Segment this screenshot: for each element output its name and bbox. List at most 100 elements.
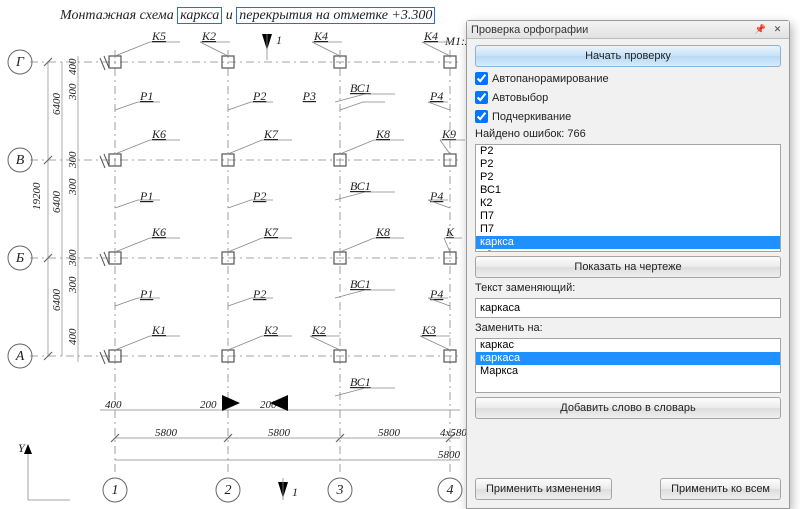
svg-text:5800: 5800 — [155, 427, 178, 439]
add-to-dict-button[interactable]: Добавить слово в словарь — [475, 397, 781, 419]
svg-text:4х580: 4х580 — [440, 427, 467, 439]
svg-text:Г: Г — [15, 55, 25, 70]
svg-text:А: А — [15, 349, 25, 364]
found-errors-label: Найдено ошибок: 766 — [475, 128, 781, 140]
svg-text:300: 300 — [67, 151, 79, 169]
svg-text:Р4: Р4 — [429, 89, 443, 103]
drawing-title: Монтажная схема каркса и перекрытия на о… — [60, 8, 435, 24]
show-on-drawing-button[interactable]: Показать на чертеже — [475, 256, 781, 278]
svg-text:Р1: Р1 — [139, 89, 153, 103]
svg-text:200: 200 — [260, 399, 277, 411]
autoselect-label: Автовыбор — [492, 92, 548, 104]
svg-text:6400: 6400 — [51, 289, 63, 312]
svg-text:К4: К4 — [313, 29, 328, 43]
underline-checkbox[interactable] — [475, 110, 488, 123]
svg-text:К4: К4 — [423, 29, 438, 43]
svg-text:Р1: Р1 — [139, 287, 153, 301]
error-item[interactable]: каркса — [476, 236, 780, 249]
error-item[interactable]: П7 — [476, 210, 780, 223]
svg-text:19200: 19200 — [31, 182, 43, 210]
svg-text:Р2: Р2 — [252, 89, 266, 103]
svg-text:К9: К9 — [441, 127, 456, 141]
suggestion-item[interactable]: Маркса — [476, 365, 780, 378]
start-check-button[interactable]: Начать проверку — [475, 45, 781, 67]
svg-text:200: 200 — [200, 399, 217, 411]
autopan-checkbox[interactable] — [475, 72, 488, 85]
svg-text:В: В — [16, 153, 25, 168]
svg-text:К2: К2 — [311, 323, 326, 337]
error-item[interactable]: +3 — [476, 249, 780, 252]
replace-with-label: Заменить на: — [475, 322, 781, 334]
svg-text:400: 400 — [105, 399, 122, 411]
svg-text:К3: К3 — [421, 323, 436, 337]
section-mark-bottom: 1 — [278, 478, 298, 500]
svg-text:К7: К7 — [263, 127, 279, 141]
autopan-checkbox-row[interactable]: Автопанорамирование — [475, 71, 781, 86]
svg-text:К8: К8 — [375, 127, 390, 141]
svg-text:Р2: Р2 — [252, 287, 266, 301]
svg-text:К8: К8 — [375, 225, 390, 239]
error-item[interactable]: Р2 — [476, 145, 780, 158]
error-item[interactable]: Р2 — [476, 158, 780, 171]
error-item[interactable]: ВС1 — [476, 184, 780, 197]
title-mid: и — [222, 8, 236, 23]
dialog-title: Проверка орфографии — [471, 24, 588, 36]
pin-icon[interactable]: 📌 — [753, 23, 768, 36]
svg-text:400: 400 — [67, 58, 79, 75]
svg-text:6400: 6400 — [51, 191, 63, 214]
svg-text:4: 4 — [447, 483, 454, 498]
spellcheck-dialog: Проверка орфографии 📌 ✕ Начать проверку … — [466, 20, 790, 509]
title-misspelled-1: каркса — [177, 7, 222, 24]
svg-text:К6: К6 — [151, 127, 166, 141]
title-misspelled-2: перекрытия на отметке +3.300 — [236, 7, 435, 24]
axis-row-g: Г — [8, 50, 32, 74]
svg-text:ВС1: ВС1 — [350, 277, 371, 291]
suggestion-item[interactable]: каркас — [476, 339, 780, 352]
replacing-input[interactable] — [475, 298, 781, 318]
svg-text:К5: К5 — [151, 29, 166, 43]
svg-text:400: 400 — [67, 328, 79, 345]
underline-checkbox-row[interactable]: Подчеркивание — [475, 109, 781, 124]
svg-text:300: 300 — [67, 178, 79, 196]
errors-listbox[interactable]: Р2Р2Р2ВС1К2П7П7каркса+3М1 — [475, 144, 781, 252]
svg-text:К: К — [445, 225, 455, 239]
apply-all-button[interactable]: Применить ко всем — [660, 478, 781, 500]
svg-text:К6: К6 — [151, 225, 166, 239]
svg-text:1: 1 — [292, 485, 298, 499]
svg-text:Р1: Р1 — [139, 189, 153, 203]
svg-text:ВС1: ВС1 — [350, 375, 371, 389]
svg-text:ВС1: ВС1 — [350, 179, 371, 193]
svg-text:1: 1 — [276, 33, 282, 47]
apply-changes-button[interactable]: Применить изменения — [475, 478, 612, 500]
title-prefix: Монтажная схема — [60, 8, 177, 23]
section-mark-top: 1 — [262, 33, 282, 60]
svg-text:Б: Б — [15, 251, 24, 266]
suggestion-item[interactable]: каркаса — [476, 352, 780, 365]
ucs-icon: Y — [18, 441, 70, 500]
underline-label: Подчеркивание — [492, 111, 571, 123]
svg-text:5800: 5800 — [378, 427, 401, 439]
svg-text:ВС1: ВС1 — [350, 81, 371, 95]
svg-text:Р3: Р3 — [302, 89, 316, 103]
svg-text:300: 300 — [67, 249, 79, 267]
svg-text:300: 300 — [67, 83, 79, 101]
svg-text:К1: К1 — [151, 323, 166, 337]
replacing-label: Текст заменяющий: — [475, 282, 781, 294]
svg-text:К7: К7 — [263, 225, 279, 239]
error-item[interactable]: К2 — [476, 197, 780, 210]
svg-text:Р2: Р2 — [252, 189, 266, 203]
autoselect-checkbox[interactable] — [475, 91, 488, 104]
autopan-label: Автопанорамирование — [492, 73, 609, 85]
svg-text:5800: 5800 — [268, 427, 291, 439]
error-item[interactable]: П7 — [476, 223, 780, 236]
error-item[interactable]: Р2 — [476, 171, 780, 184]
suggestions-listbox[interactable]: каркаскаркасаМаркса — [475, 338, 781, 393]
autoselect-checkbox-row[interactable]: Автовыбор — [475, 90, 781, 105]
svg-text:К2: К2 — [263, 323, 278, 337]
svg-text:3: 3 — [336, 483, 344, 498]
svg-text:5800: 5800 — [438, 449, 461, 461]
svg-text:К2: К2 — [201, 29, 216, 43]
svg-text:2: 2 — [225, 483, 232, 498]
dialog-titlebar[interactable]: Проверка орфографии 📌 ✕ — [467, 21, 789, 39]
close-icon[interactable]: ✕ — [770, 23, 785, 36]
